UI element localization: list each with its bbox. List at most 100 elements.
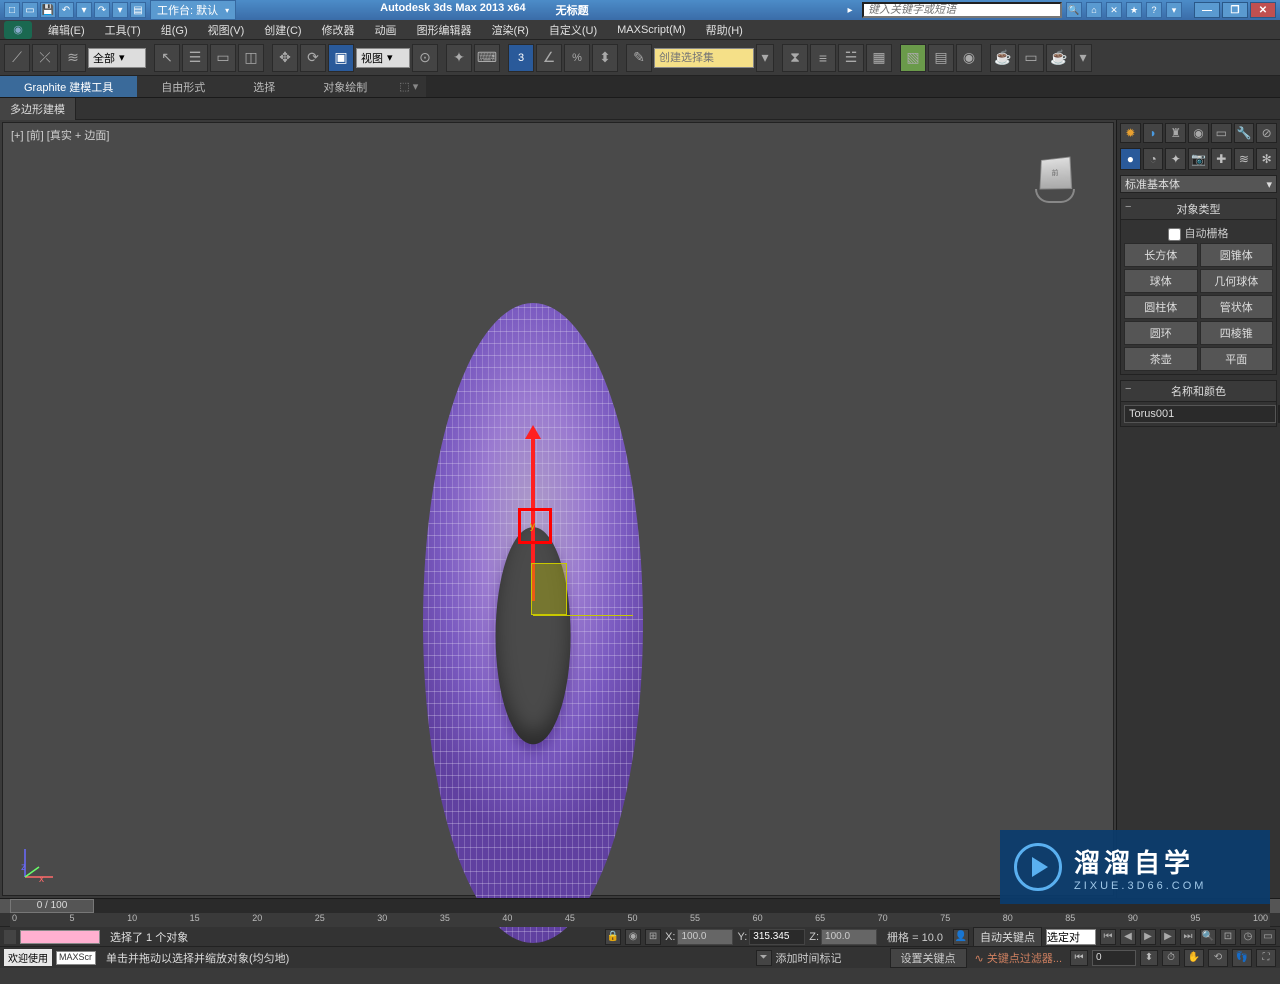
- tab-create-icon[interactable]: ✹: [1120, 123, 1141, 143]
- current-frame-input[interactable]: [1092, 950, 1136, 966]
- viewcube-face[interactable]: 前: [1040, 157, 1073, 190]
- object-name-input[interactable]: [1124, 405, 1276, 423]
- ribbon-tab-selection[interactable]: 选择: [229, 76, 299, 97]
- infocenter-dd-icon[interactable]: ▸: [842, 2, 858, 18]
- help-dd-icon[interactable]: ▾: [1166, 2, 1182, 18]
- torus-object[interactable]: y: [423, 303, 643, 943]
- obj-sphere[interactable]: 球体: [1124, 269, 1198, 293]
- open-icon[interactable]: ▭: [22, 2, 38, 18]
- menu-create[interactable]: 创建(C): [254, 20, 311, 40]
- time-slider-handle[interactable]: 0 / 100: [10, 899, 94, 913]
- play-icon[interactable]: ▶: [1140, 929, 1156, 945]
- unlink-icon[interactable]: ⤫: [32, 44, 58, 72]
- play-next-icon[interactable]: ▶: [1160, 929, 1176, 945]
- menu-customize[interactable]: 自定义(U): [539, 20, 607, 40]
- bind-spacewarp-icon[interactable]: ≋: [60, 44, 86, 72]
- play-start-icon[interactable]: ⏮: [1100, 929, 1116, 945]
- rollout-toggle-icon[interactable]: −: [1125, 201, 1131, 213]
- render-icon[interactable]: ☕: [1046, 44, 1072, 72]
- maxscript-listener[interactable]: MAXScr: [56, 951, 96, 965]
- nav-fov-icon[interactable]: ◷: [1240, 929, 1256, 945]
- project-icon[interactable]: ▤: [130, 2, 146, 18]
- menu-rendering[interactable]: 渲染(R): [482, 20, 539, 40]
- time-tag-icon[interactable]: ⏷: [756, 950, 772, 966]
- use-center-icon[interactable]: ⊙: [412, 44, 438, 72]
- ribbon-tab-paint[interactable]: 对象绘制: [299, 76, 391, 97]
- ribbon-panel-polymodel[interactable]: 多边形建模: [0, 98, 76, 120]
- obj-teapot[interactable]: 茶壶: [1124, 347, 1198, 371]
- trackbar-toggle-icon[interactable]: [4, 930, 16, 944]
- menu-grapheditors[interactable]: 图形编辑器: [407, 20, 482, 40]
- undo-dd-icon[interactable]: ▾: [76, 2, 92, 18]
- nav-walk-icon[interactable]: 👣: [1232, 949, 1252, 967]
- obj-plane[interactable]: 平面: [1200, 347, 1274, 371]
- coord-y-input[interactable]: [749, 929, 805, 945]
- curve-editor-icon[interactable]: ▧: [900, 44, 926, 72]
- menu-animation[interactable]: 动画: [365, 20, 407, 40]
- cat-systems-icon[interactable]: ✻: [1256, 148, 1277, 170]
- ribbon-expand-icon[interactable]: ⬚ ▾: [391, 76, 426, 97]
- redo-icon[interactable]: ↷: [94, 2, 110, 18]
- timeline-scroll-right[interactable]: [1270, 899, 1280, 913]
- mirror-icon[interactable]: ⧗: [782, 44, 808, 72]
- play-end-icon[interactable]: ⏭: [1180, 929, 1196, 945]
- comm-center-icon[interactable]: 👤: [953, 929, 969, 945]
- select-manipulate-icon[interactable]: ✦: [446, 44, 472, 72]
- coord-x-input[interactable]: [677, 929, 733, 945]
- ref-coord-system[interactable]: 视图▾: [356, 48, 410, 68]
- nav-orbit-icon[interactable]: ⟲: [1208, 949, 1228, 967]
- goto-start-icon[interactable]: ⏮: [1070, 950, 1088, 966]
- percent-snap-icon[interactable]: %: [564, 44, 590, 72]
- ribbon-tab-freeform[interactable]: 自由形式: [137, 76, 229, 97]
- obj-cylinder[interactable]: 圆柱体: [1124, 295, 1198, 319]
- autogrid-checkbox[interactable]: [1168, 228, 1181, 241]
- rollout-name-color[interactable]: − 名称和颜色: [1120, 380, 1277, 402]
- tab-display-icon[interactable]: ▭: [1211, 123, 1232, 143]
- named-selection-input[interactable]: [654, 48, 754, 68]
- menu-group[interactable]: 组(G): [151, 20, 198, 40]
- time-ruler[interactable]: 0 5 10 15 20 25 30 35 40 45 50 55 60 65 …: [10, 913, 1270, 927]
- keyboard-shortcut-icon[interactable]: ⌨: [474, 44, 500, 72]
- menu-help[interactable]: 帮助(H): [696, 20, 753, 40]
- cat-shapes-icon[interactable]: ◔: [1143, 148, 1164, 170]
- viewport-label[interactable]: [+] [前] [真实 + 边面]: [11, 127, 109, 143]
- save-icon[interactable]: 💾: [40, 2, 56, 18]
- scale-icon[interactable]: ▣: [328, 44, 354, 72]
- spinner-icon[interactable]: ⬍: [1140, 950, 1158, 966]
- obj-torus[interactable]: 圆环: [1124, 321, 1198, 345]
- rollout-toggle-icon-2[interactable]: −: [1125, 383, 1131, 395]
- move-icon[interactable]: ✥: [272, 44, 298, 72]
- obj-pyramid[interactable]: 四棱锥: [1200, 321, 1274, 345]
- viewcube-ring-icon[interactable]: [1035, 189, 1075, 203]
- named-sel-dd[interactable]: ▾: [756, 44, 774, 72]
- transform-gizmo[interactable]: y: [533, 623, 534, 624]
- tab-hierarchy-icon[interactable]: ♜: [1165, 123, 1186, 143]
- tab-motion-icon[interactable]: ◉: [1188, 123, 1209, 143]
- timeline-scroll-left[interactable]: [0, 899, 10, 913]
- key-filters-button[interactable]: ∿ 关键点过滤器...: [971, 950, 1066, 966]
- undo-icon[interactable]: ↶: [58, 2, 74, 18]
- layers-icon[interactable]: ☱: [838, 44, 864, 72]
- spinner-snap-icon[interactable]: ⬍: [592, 44, 618, 72]
- select-region-icon[interactable]: ▭: [210, 44, 236, 72]
- selection-filter[interactable]: 全部▾: [88, 48, 146, 68]
- auto-key-button[interactable]: 自动关键点: [973, 927, 1042, 947]
- material-editor-icon[interactable]: ◉: [956, 44, 982, 72]
- menu-tools[interactable]: 工具(T): [95, 20, 151, 40]
- minimize-button[interactable]: —: [1194, 2, 1220, 18]
- select-by-name-icon[interactable]: ☰: [182, 44, 208, 72]
- set-key-button[interactable]: 设置关键点: [890, 948, 967, 968]
- search-input[interactable]: [862, 2, 1062, 18]
- align-icon[interactable]: ≡: [810, 44, 836, 72]
- edit-named-sel-icon[interactable]: ✎: [626, 44, 652, 72]
- cat-lights-icon[interactable]: ✦: [1165, 148, 1186, 170]
- exchange-icon[interactable]: ✕: [1106, 2, 1122, 18]
- window-crossing-icon[interactable]: ◫: [238, 44, 264, 72]
- menu-edit[interactable]: 编辑(E): [38, 20, 95, 40]
- menu-views[interactable]: 视图(V): [198, 20, 255, 40]
- app-logo-icon[interactable]: ◉: [4, 21, 32, 39]
- geometry-category-dropdown[interactable]: 标准基本体▾: [1120, 175, 1277, 193]
- gizmo-plane-icon[interactable]: [531, 563, 567, 615]
- angle-snap-icon[interactable]: ∠: [536, 44, 562, 72]
- obj-geosphere[interactable]: 几何球体: [1200, 269, 1274, 293]
